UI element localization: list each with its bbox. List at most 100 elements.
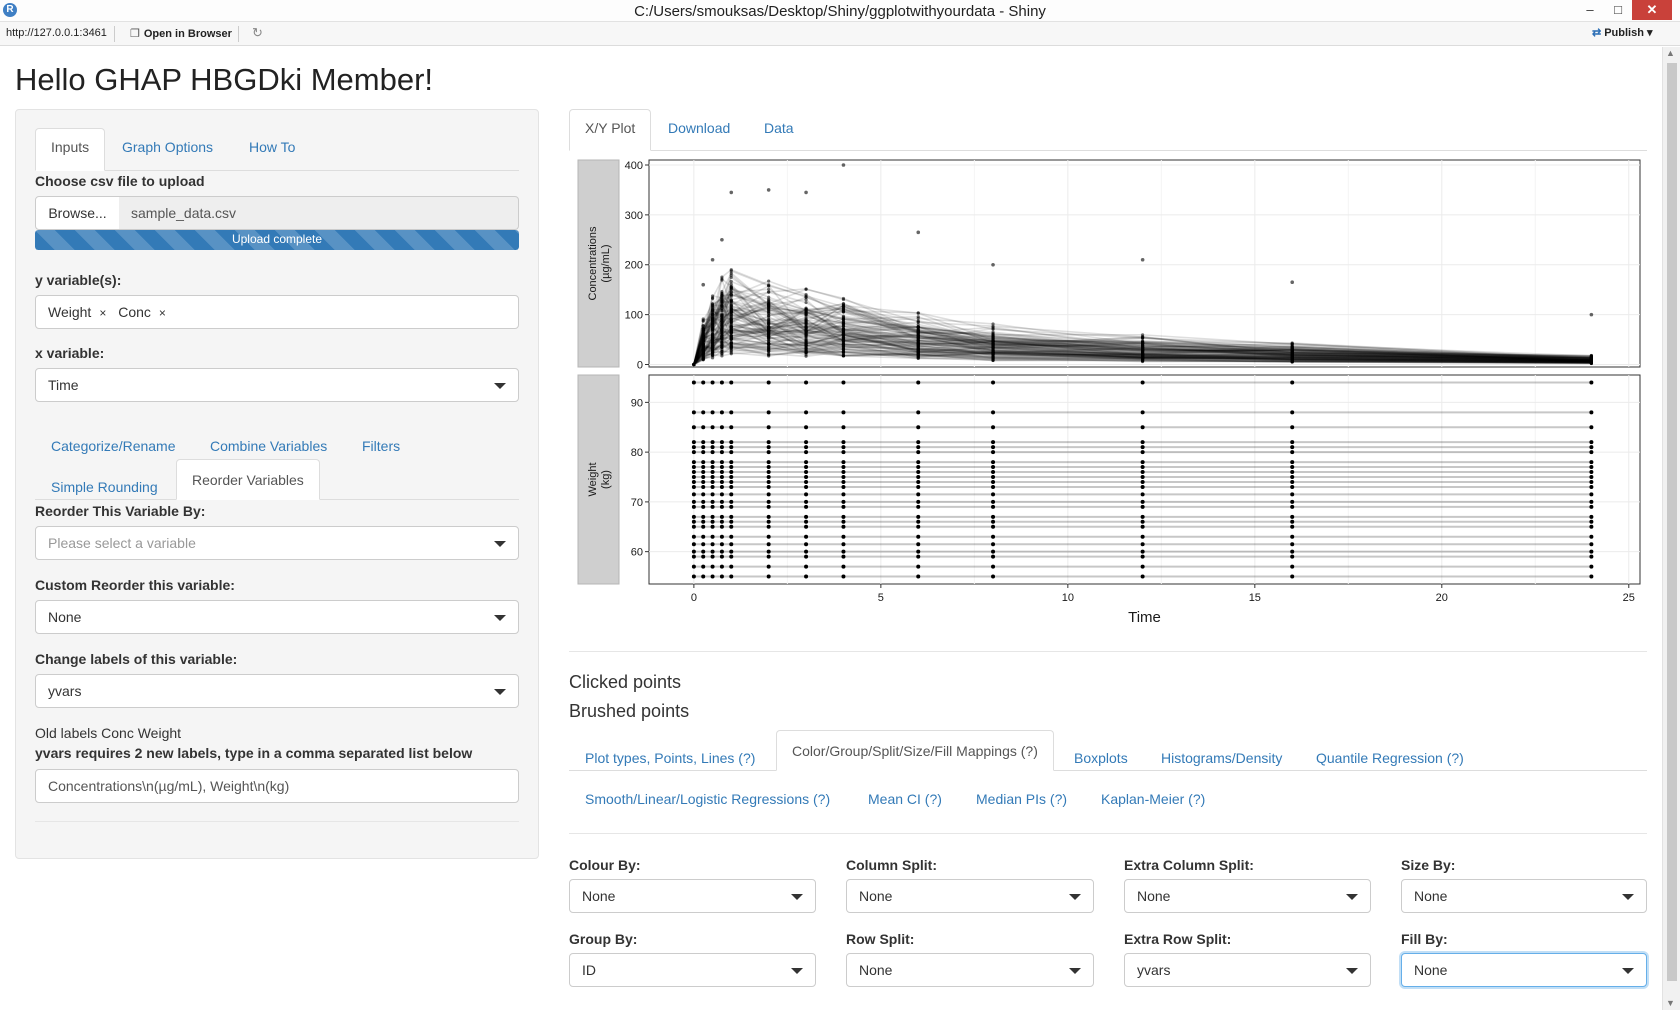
tab-download[interactable]: Download <box>653 110 745 146</box>
weight-point <box>729 504 734 509</box>
weight-point <box>691 445 696 450</box>
weight-point <box>729 492 734 497</box>
concentration-max-point <box>991 262 995 267</box>
weight-point <box>691 564 696 569</box>
tabbar-divider <box>35 170 519 171</box>
concentration-point <box>720 348 724 352</box>
remove-chip-icon[interactable]: × <box>99 306 106 320</box>
xy-plot[interactable]: Concentrations (µg/mL) 0 100 200 300 400 Weight… <box>577 152 1653 632</box>
weight-point <box>1140 460 1145 465</box>
weight-point <box>1140 554 1145 559</box>
subtab-reorder-variables[interactable]: Reorder Variables <box>176 459 320 500</box>
concentration-point <box>729 334 733 338</box>
concentration-point <box>767 308 771 312</box>
maximize-button[interactable]: □ <box>1606 0 1630 20</box>
change-labels-select[interactable]: yvars <box>35 674 519 708</box>
close-window-button[interactable]: ✕ <box>1632 0 1672 20</box>
weight-point <box>710 479 715 484</box>
row-split-select[interactable]: None <box>846 953 1094 987</box>
concentration-point <box>701 348 705 352</box>
concentration-point <box>710 320 715 324</box>
scroll-down-icon[interactable]: ▼ <box>1666 998 1675 1008</box>
concentration-point <box>710 296 715 301</box>
subtab-filters[interactable]: Filters <box>347 428 415 464</box>
extra-column-split-value: None <box>1137 888 1171 904</box>
tab-data[interactable]: Data <box>749 110 809 146</box>
tab-color-group-mappings[interactable]: Color/Group/Split/Size/Fill Mappings (?) <box>776 730 1054 771</box>
weight-point <box>701 549 706 554</box>
tab-quantile-regression[interactable]: Quantile Regression (?) <box>1301 740 1479 776</box>
weight-point <box>710 504 715 509</box>
weight-point <box>1290 450 1295 455</box>
weight-point <box>991 440 996 445</box>
reorder-by-select[interactable]: Please select a variable <box>35 526 519 560</box>
weight-point <box>691 450 696 455</box>
publish-icon: ⇄ <box>1592 27 1602 39</box>
fill-by-select[interactable]: None <box>1401 953 1647 987</box>
tab-histograms-density[interactable]: Histograms/Density <box>1146 740 1297 776</box>
weight-point <box>710 549 715 554</box>
weight-point <box>719 514 724 519</box>
group-by-select[interactable]: ID <box>569 953 816 987</box>
minimize-button[interactable]: – <box>1578 0 1602 20</box>
weight-point <box>1290 519 1295 524</box>
concentration-point <box>804 287 808 291</box>
concentration-point <box>767 279 771 283</box>
scroll-up-icon[interactable]: ▲ <box>1666 48 1675 58</box>
tab-inputs[interactable]: Inputs <box>35 128 106 171</box>
tab-boxplots[interactable]: Boxplots <box>1059 740 1143 776</box>
x-tick-label: 20 <box>1436 592 1448 604</box>
tab-xy-plot[interactable]: X/Y Plot <box>569 109 652 151</box>
weight-point <box>804 440 809 445</box>
browse-button[interactable]: Browse... <box>35 196 120 230</box>
subtab-simple-rounding[interactable]: Simple Rounding <box>36 469 173 505</box>
tab-kaplan-meier[interactable]: Kaplan-Meier (?) <box>1086 781 1220 817</box>
weight-point <box>991 524 996 529</box>
page-scrollbar[interactable]: ▲ ▼ <box>1662 47 1680 1010</box>
options-divider <box>569 833 1647 834</box>
weight-point <box>991 504 996 509</box>
weight-point <box>719 460 724 465</box>
url-text[interactable]: http://127.0.0.1:3461 <box>6 27 107 39</box>
tab-how-to[interactable]: How To <box>234 129 310 165</box>
concentration-point <box>710 354 715 358</box>
weight-point <box>1140 465 1145 470</box>
size-by-select[interactable]: None <box>1401 879 1647 913</box>
tab-graph-options[interactable]: Graph Options <box>107 129 228 165</box>
publish-button[interactable]: ⇄ Publish ▾ <box>1592 26 1653 39</box>
open-in-browser-button[interactable]: ❐ Open in Browser <box>126 25 236 43</box>
weight-point <box>1140 549 1145 554</box>
extra-column-split-select[interactable]: None <box>1124 879 1371 913</box>
concentration-point <box>767 311 771 316</box>
column-split-select[interactable]: None <box>846 879 1094 913</box>
weight-point <box>1290 514 1295 519</box>
new-labels-input[interactable]: Concentrations\n(µg/mL), Weight\n(kg) <box>35 769 519 803</box>
refresh-icon[interactable]: ↻ <box>252 25 263 41</box>
remove-chip-icon[interactable]: × <box>159 306 166 320</box>
y-tick-label: 90 <box>631 397 643 409</box>
concentration-point <box>804 354 808 358</box>
colour-by-value: None <box>582 888 616 904</box>
weight-point <box>916 492 921 497</box>
tab-plot-types[interactable]: Plot types, Points, Lines (?) <box>570 740 770 776</box>
x-variable-select[interactable]: Time <box>35 368 519 402</box>
concentration-point <box>991 340 995 345</box>
facet-strip-label: Weight <box>587 462 599 496</box>
weight-point <box>710 574 715 579</box>
weight-point <box>1140 425 1145 430</box>
subtab-categorize-rename[interactable]: Categorize/Rename <box>36 428 191 464</box>
weight-point <box>916 574 921 579</box>
tab-median-pis[interactable]: Median PIs (?) <box>961 781 1082 817</box>
weight-point <box>841 499 846 504</box>
clicked-points-heading: Clicked points <box>569 672 682 692</box>
custom-reorder-select[interactable]: None <box>35 600 519 634</box>
weight-point <box>719 479 724 484</box>
y-variables-select[interactable]: Weight × Conc × <box>35 295 519 329</box>
concentration-point <box>991 326 995 331</box>
colour-by-select[interactable]: None <box>569 879 816 913</box>
scrollbar-thumb[interactable] <box>1667 63 1677 981</box>
tab-smooth-regressions[interactable]: Smooth/Linear/Logistic Regressions (?) <box>570 781 845 817</box>
extra-row-split-select[interactable]: yvars <box>1124 953 1371 987</box>
tab-mean-ci[interactable]: Mean CI (?) <box>853 781 957 817</box>
weight-point <box>729 524 734 529</box>
